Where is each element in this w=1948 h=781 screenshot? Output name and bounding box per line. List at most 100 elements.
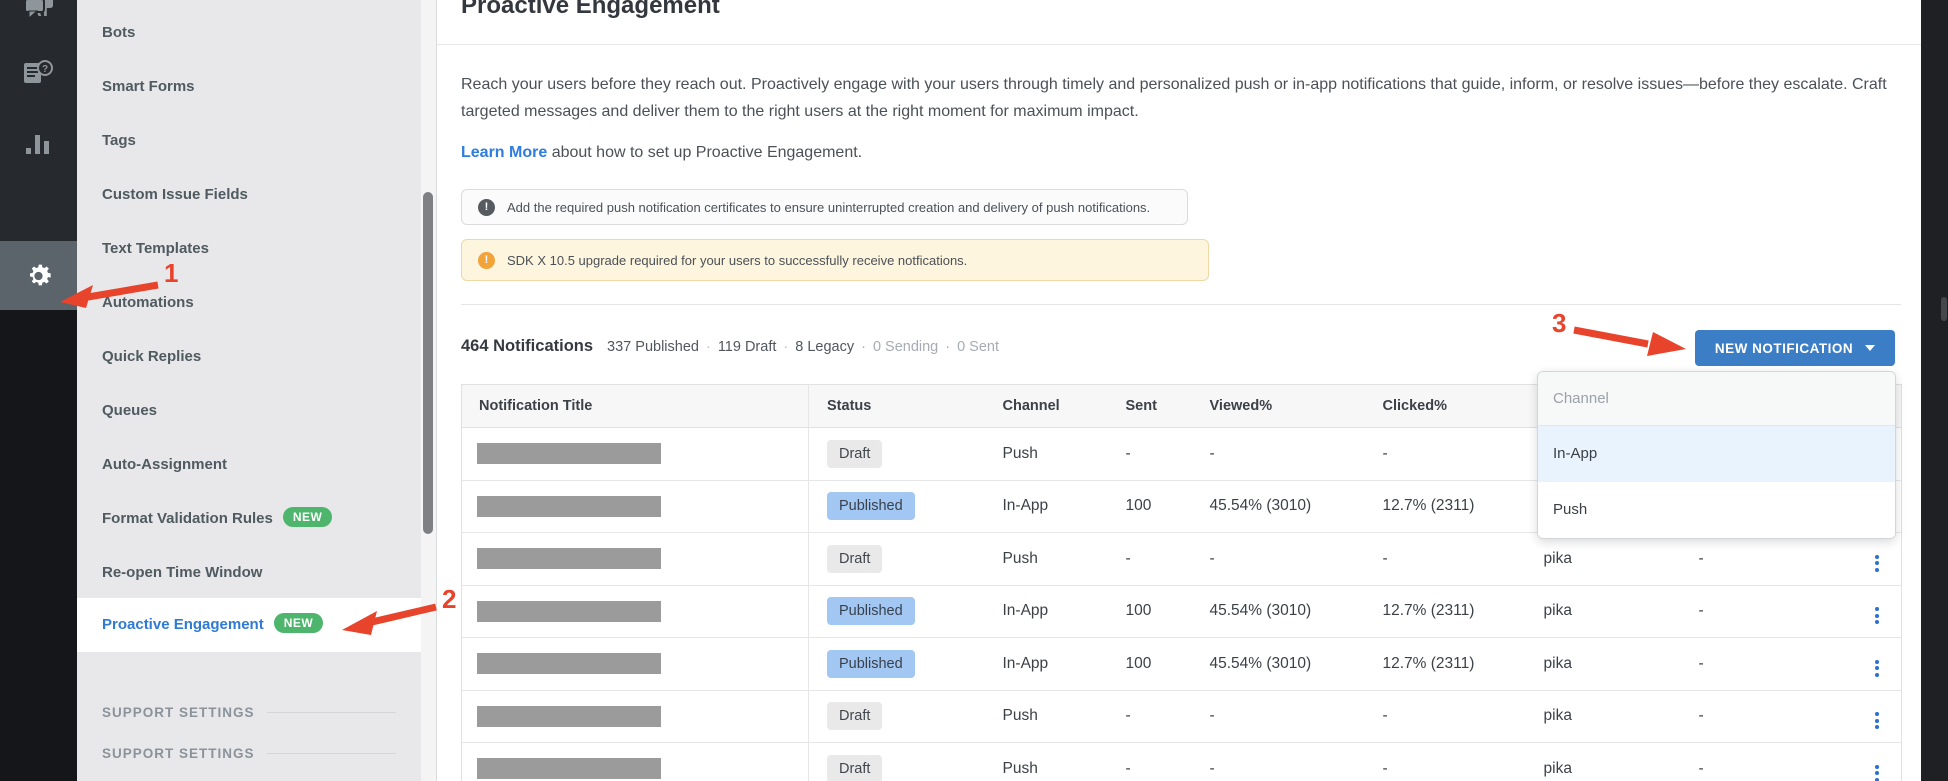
page-title: Proactive Engagement <box>461 0 720 19</box>
settings-gear-icon[interactable] <box>23 260 54 296</box>
sidebar-item-label: Smart Forms <box>102 78 195 95</box>
sidebar-item-label: Format Validation Rules <box>102 510 273 527</box>
push-certificates-banner: ! Add the required push notification cer… <box>461 189 1188 225</box>
sent-cell: - <box>1125 690 1210 743</box>
extra-cell: - <box>1698 532 1869 586</box>
settings-sidebar: Bots Smart Forms Tags Custom Issue Field… <box>77 0 421 781</box>
icon-rail: ? AI <box>0 0 77 781</box>
redacted-title-bar <box>477 600 661 622</box>
sent-cell: - <box>1125 742 1210 781</box>
row-actions-cell <box>1868 742 1902 781</box>
sidebar-item-proactive-engagement[interactable]: Proactive Engagement NEW <box>77 598 421 652</box>
sidebar-item-smart-forms[interactable]: Smart Forms <box>77 60 421 114</box>
warning-exclamation-icon: ! <box>478 251 495 269</box>
kebab-menu-icon[interactable] <box>1869 659 1879 677</box>
learn-more-text: about how to set up Proactive Engagement… <box>547 144 863 161</box>
sidebar-section-support-settings: SUPPORT SETTINGS <box>77 700 421 724</box>
learn-more-line: Learn More about how to set up Proactive… <box>461 144 862 162</box>
analytics-icon[interactable] <box>26 129 51 159</box>
viewed-cell: - <box>1209 427 1383 481</box>
stat-separator: · <box>783 339 789 355</box>
new-badge: NEW <box>273 613 324 633</box>
column-header-clicked: Clicked% <box>1382 384 1544 428</box>
chevron-down-icon <box>1865 345 1876 351</box>
sidebar-item-bots[interactable]: Bots <box>77 6 421 60</box>
svg-text:?: ? <box>42 64 48 75</box>
clicked-cell: - <box>1382 690 1544 743</box>
rail-bottom-panel <box>0 310 77 781</box>
status-badge: Draft <box>827 439 883 468</box>
column-header-channel: Channel <box>1002 384 1126 428</box>
dropdown-group-label: Channel <box>1538 372 1895 426</box>
page-scrollbar-thumb[interactable] <box>1941 297 1947 321</box>
dropdown-option-in-app[interactable]: In-App <box>1538 426 1895 482</box>
status-cell: Draft <box>808 690 1003 743</box>
clicked-cell: - <box>1382 427 1544 481</box>
sidebar-item-label: Automations <box>102 294 194 311</box>
notification-title-cell <box>461 690 809 743</box>
sidebar-item-label: Re-open Time Window <box>102 564 263 581</box>
new-notification-button[interactable]: NEW NOTIFICATION <box>1695 330 1895 366</box>
kebab-menu-icon[interactable] <box>1869 712 1879 730</box>
extra-cell: - <box>1698 637 1869 691</box>
dropdown-option-push[interactable]: Push <box>1538 482 1895 538</box>
channel-cell: In-App <box>1002 480 1126 533</box>
notification-title-cell <box>461 480 809 533</box>
sent-cell: 100 <box>1125 480 1210 533</box>
table-row[interactable]: Published In-App 100 45.54% (3010) 12.7%… <box>461 637 1902 691</box>
table-row[interactable]: Draft Push - - - pika - <box>461 690 1902 743</box>
table-row[interactable]: Draft Push - - - pika - <box>461 532 1902 586</box>
kebab-menu-icon[interactable] <box>1869 764 1879 781</box>
status-cell: Published <box>808 637 1003 691</box>
sidebar-item-label: Proactive Engagement <box>102 616 264 633</box>
sidebar-scrollbar-thumb[interactable] <box>423 192 433 534</box>
learn-more-link[interactable]: Learn More <box>461 144 547 161</box>
viewed-cell: 45.54% (3010) <box>1209 480 1383 533</box>
notification-title-cell <box>461 637 809 691</box>
status-badge: Draft <box>827 754 883 781</box>
chat-icon[interactable] <box>24 0 54 26</box>
clicked-cell: 12.7% (2311) <box>1382 480 1544 533</box>
owner-cell: pika <box>1543 690 1699 743</box>
notification-title-cell <box>461 585 809 638</box>
status-badge: Draft <box>827 702 883 731</box>
sidebar-item-label: Tags <box>102 132 136 149</box>
sidebar-item-quick-replies[interactable]: Quick Replies <box>77 330 421 384</box>
viewed-cell: 45.54% (3010) <box>1209 637 1383 691</box>
sidebar-item-queues[interactable]: Queues <box>77 384 421 438</box>
extra-cell: - <box>1698 742 1869 781</box>
sidebar-item-custom-issue-fields[interactable]: Custom Issue Fields <box>77 168 421 222</box>
viewed-cell: 45.54% (3010) <box>1209 585 1383 638</box>
status-badge: Published <box>827 597 915 626</box>
stat-sending: 0 Sending <box>872 339 939 355</box>
sidebar-item-label: Bots <box>102 24 136 41</box>
channel-dropdown-menu: Channel In-App Push <box>1537 371 1896 539</box>
page-description: Reach your users before they reach out. … <box>461 76 1887 120</box>
sidebar-item-reopen-time-window[interactable]: Re-open Time Window <box>77 546 421 600</box>
stat-sent: 0 Sent <box>957 339 1000 355</box>
status-cell: Draft <box>808 742 1003 781</box>
column-header-sent: Sent <box>1125 384 1210 428</box>
sidebar-item-automations[interactable]: Automations <box>77 276 421 330</box>
table-row[interactable]: Draft Push - - - pika - <box>461 742 1902 781</box>
stat-separator: · <box>705 339 711 355</box>
app-window: ? AI Bots Smart Forms Tags Custom Issue … <box>0 0 1948 781</box>
sidebar-item-tags[interactable]: Tags <box>77 114 421 168</box>
notification-title-cell <box>461 427 809 481</box>
section-divider <box>266 752 396 754</box>
channel-cell: In-App <box>1002 637 1126 691</box>
sidebar-item-label: Auto-Assignment <box>102 456 227 473</box>
sidebar-item-format-validation-rules[interactable]: Format Validation Rules NEW <box>77 492 421 546</box>
notifications-stats: 464 Notifications 337 Published · 119 Dr… <box>461 337 999 356</box>
notification-title-cell <box>461 532 809 586</box>
help-articles-icon[interactable]: ? <box>23 59 54 93</box>
right-panel-band <box>1921 0 1948 781</box>
extra-cell: - <box>1698 690 1869 743</box>
kebab-menu-icon[interactable] <box>1869 554 1879 572</box>
sent-cell: 100 <box>1125 637 1210 691</box>
status-cell: Published <box>808 480 1003 533</box>
kebab-menu-icon[interactable] <box>1869 607 1879 625</box>
sidebar-item-auto-assignment[interactable]: Auto-Assignment <box>77 438 421 492</box>
table-row[interactable]: Published In-App 100 45.54% (3010) 12.7%… <box>461 585 1902 638</box>
sidebar-item-text-templates[interactable]: Text Templates <box>77 222 421 276</box>
